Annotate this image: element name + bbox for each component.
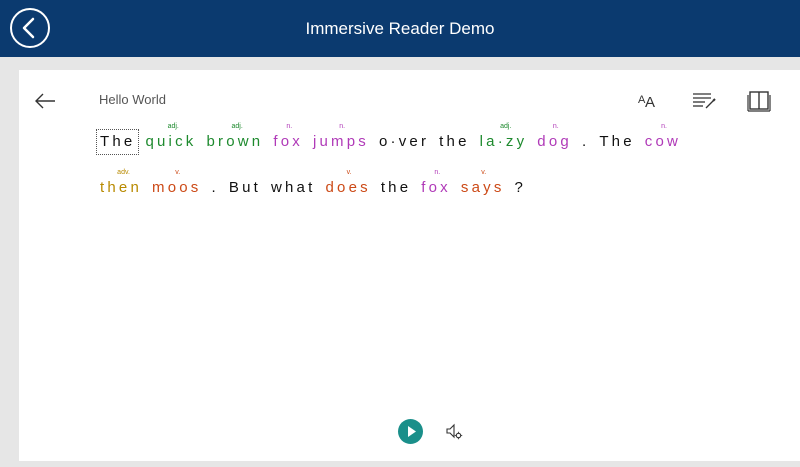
reader-word[interactable]: v. does — [324, 169, 371, 198]
part-of-speech-label: n. — [339, 123, 346, 130]
reader-word[interactable]: The — [598, 132, 635, 152]
text-size-icon: A A — [638, 94, 655, 111]
voice-settings-icon — [446, 423, 463, 440]
reader-word[interactable]: . — [210, 178, 219, 198]
document-title: Hello World — [99, 92, 166, 107]
part-of-speech-label: adj. — [500, 123, 512, 130]
part-of-speech-label: n. — [286, 123, 293, 130]
reader-word[interactable]: what — [270, 178, 317, 198]
part-of-speech-label: n. — [661, 123, 667, 130]
reader-word[interactable]: v. moos — [151, 169, 202, 198]
word-text: ? — [514, 179, 527, 196]
reader-word[interactable]: n. fox — [420, 169, 452, 198]
reader-word[interactable]: the — [380, 178, 412, 198]
reader-word[interactable]: But — [228, 178, 262, 198]
part-of-speech-label: n. — [434, 169, 441, 176]
reader-word[interactable]: n. dog — [536, 123, 573, 152]
reader-word[interactable]: n. cow — [644, 123, 682, 152]
part-of-speech-label: adj. — [231, 123, 243, 130]
app-title: Immersive Reader Demo — [305, 19, 495, 38]
reader-word[interactable]: o·ver — [378, 132, 430, 152]
svg-text:A: A — [645, 94, 655, 111]
grammar-options-icon — [693, 93, 716, 109]
reader-word[interactable]: v. says — [460, 169, 506, 198]
word-text: the — [439, 133, 470, 150]
word-text: . — [211, 179, 219, 196]
book-icon — [747, 91, 771, 112]
part-of-speech-label: v. — [481, 169, 487, 176]
text-line-1: The adj. quick adj. brown n. fox n. jumps o·ver th… — [95, 123, 690, 155]
reader-word[interactable]: adj. quick — [144, 123, 197, 152]
word-text: o·ver — [378, 133, 430, 150]
reader-word[interactable]: n. fox — [272, 123, 304, 152]
reader-word[interactable]: adv. then — [99, 169, 143, 198]
reader-word[interactable]: The — [95, 129, 140, 155]
word-text: . — [581, 133, 590, 150]
back-arrow-icon[interactable] — [34, 92, 56, 110]
word-text: But — [228, 179, 261, 196]
word-text: the — [380, 179, 412, 196]
word-text: The — [100, 133, 136, 150]
part-of-speech-label: v. — [346, 169, 352, 176]
reader-word[interactable]: adj. la·zy — [479, 123, 529, 152]
part-of-speech-label: adv. — [117, 169, 130, 176]
reader-word[interactable]: . — [581, 132, 590, 152]
play-icon — [408, 426, 416, 437]
grammar-options-button[interactable] — [691, 88, 717, 114]
part-of-speech-label: n. — [552, 123, 559, 130]
reading-preferences-button[interactable] — [746, 88, 772, 114]
reader-word[interactable]: n. jumps — [312, 123, 370, 152]
text-line-2: adv. then v. moos. But what v. does the n. fox v. sa… — [99, 169, 535, 198]
reader-word[interactable]: ? — [514, 178, 528, 198]
reader-word[interactable]: the — [438, 132, 470, 152]
text-preferences-button[interactable]: A A — [635, 88, 661, 114]
part-of-speech-label: v. — [175, 169, 181, 176]
word-text: what — [270, 179, 316, 196]
title-bar: Immersive Reader Demo — [0, 0, 800, 57]
part-of-speech-label: adj. — [167, 123, 179, 130]
word-text: The — [599, 133, 635, 150]
reader-panel: Hello World A A The adj. quick adj. brown n. f… — [19, 70, 800, 461]
play-button[interactable] — [398, 419, 423, 444]
reader-word[interactable]: adj. brown — [205, 123, 264, 152]
voice-settings-button[interactable] — [444, 422, 464, 442]
